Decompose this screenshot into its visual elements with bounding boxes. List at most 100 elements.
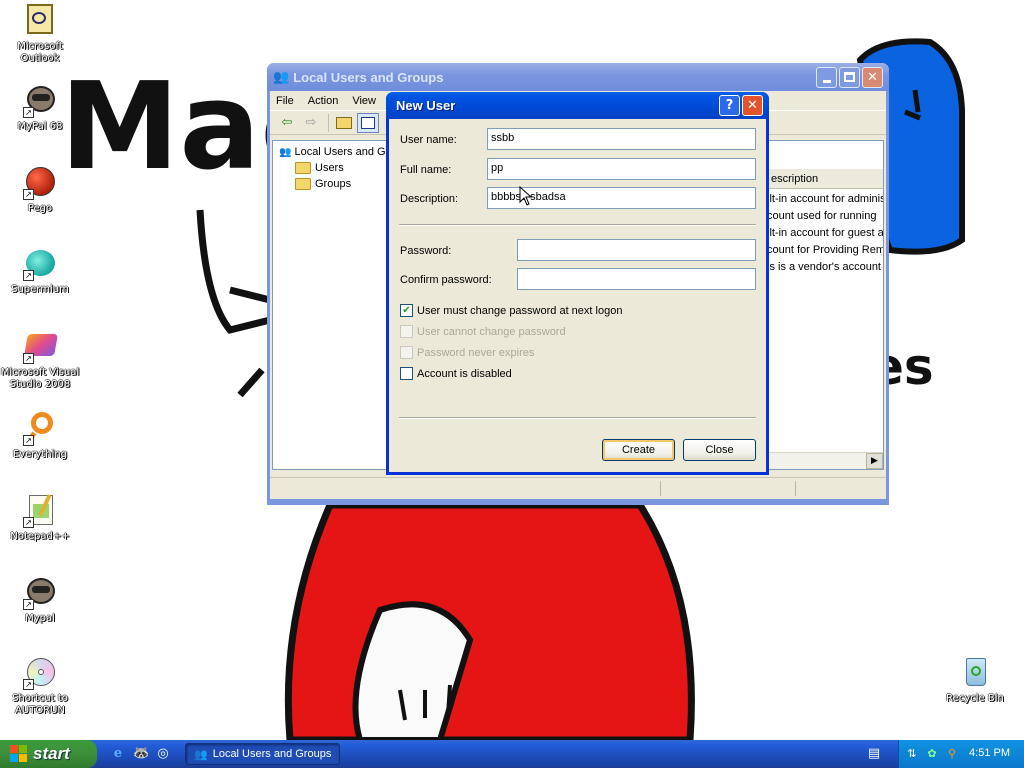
desktop-icon-label: Recycle Bin	[946, 693, 1004, 704]
search-icon: ↗	[23, 412, 57, 446]
notepad-icon: ↗	[23, 494, 57, 528]
desktop-icon-label: Supermium	[11, 284, 69, 295]
desktop-icon-mypal68[interactable]: ↗ MyPal 68	[0, 84, 80, 133]
close-icon: ✕	[867, 69, 878, 85]
start-label: start	[33, 744, 70, 763]
network-icon[interactable]: ⇅	[905, 747, 919, 761]
close-icon: ✕	[747, 98, 758, 113]
visual-studio-icon: ↗	[23, 330, 58, 364]
checkmark-icon: ✔	[400, 304, 413, 317]
browser-icon[interactable]: ◎	[155, 746, 171, 762]
raccoon-icon: ↗	[23, 576, 57, 610]
shortcut-arrow-icon: ↗	[23, 517, 34, 528]
maximize-button[interactable]	[839, 66, 860, 88]
list-item[interactable]: ilt-in account for adminis	[767, 193, 883, 205]
start-button[interactable]: start	[0, 740, 97, 768]
mmc-app-icon: 👥	[194, 748, 208, 761]
forward-arrow-icon[interactable]: ⇨	[300, 113, 322, 133]
scroll-right-icon[interactable]: ▶	[866, 453, 883, 469]
shortcut-arrow-icon: ↗	[23, 679, 34, 690]
list-item[interactable]: count for Providing Rem	[767, 244, 883, 256]
list-item[interactable]: is is a vendor's account	[767, 261, 881, 273]
user-name-label: User name:	[400, 134, 457, 146]
dialog-close-button[interactable]: ✕	[742, 95, 763, 116]
password-field[interactable]	[517, 239, 756, 261]
full-name-label: Full name:	[400, 164, 452, 176]
menu-view[interactable]: View	[352, 95, 376, 107]
desktop-icon-everything[interactable]: ↗ Everything	[0, 412, 80, 461]
raccoon-icon[interactable]: 🦝	[133, 746, 149, 762]
up-folder-icon[interactable]	[333, 113, 355, 133]
desktop-icon-supermium[interactable]: ↗ Supermium	[0, 247, 80, 296]
pego-icon: ↗	[23, 166, 57, 200]
desktop-icon-label: Microsoft Visual Studio 2008	[0, 367, 80, 390]
checkbox-label: Password never expires	[417, 346, 535, 359]
desktop-icon-mypal[interactable]: ↗ Mypal	[0, 576, 80, 625]
desktop-icon-label: Microsoft Outlook	[17, 41, 63, 64]
divider	[399, 224, 756, 226]
help-button[interactable]: ?	[719, 95, 740, 116]
column-header-description[interactable]: escription	[765, 169, 883, 189]
cannot-change-password-checkbox: User cannot change password	[400, 325, 566, 338]
confirm-password-field[interactable]	[517, 268, 756, 290]
window-titlebar[interactable]: 👥 Local Users and Groups ✕	[267, 63, 889, 91]
desktop-icon-visual-studio[interactable]: ↗ Microsoft Visual Studio 2008	[0, 330, 80, 391]
account-disabled-checkbox[interactable]: Account is disabled	[400, 367, 512, 380]
taskbar: start e 🦝 ◎ 👥 Local Users and Groups ▤ ⇅…	[0, 740, 1024, 768]
desktop-icon-autorun[interactable]: ↗ Shortcut to AUTORUN	[0, 656, 80, 717]
shortcut-arrow-icon: ↗	[23, 599, 34, 610]
checkbox-box	[400, 346, 413, 359]
outlook-icon	[23, 4, 57, 38]
cd-icon: ↗	[23, 656, 57, 690]
show-hide-tree-icon[interactable]	[357, 112, 379, 133]
menu-file[interactable]: File	[276, 95, 294, 107]
shortcut-arrow-icon: ↗	[23, 270, 34, 281]
desktop-icon-label: MyPal 68	[17, 121, 63, 132]
dialog-titlebar[interactable]: New User ? ✕	[386, 92, 769, 119]
new-user-dialog[interactable]: New User ? ✕ User name: ssbb Full name: …	[386, 92, 769, 475]
divider	[399, 417, 756, 419]
checkbox-label: User must change password at next logon	[417, 304, 623, 317]
desktop-icon-notepadpp[interactable]: ↗ Notepad++	[0, 494, 80, 543]
antivirus-icon[interactable]: ✿	[925, 747, 939, 761]
desktop-icon-pego[interactable]: ↗ Pego	[0, 166, 80, 215]
menu-action[interactable]: Action	[308, 95, 339, 107]
minimize-button[interactable]	[816, 66, 837, 88]
shortcut-arrow-icon: ↗	[23, 189, 34, 200]
list-item[interactable]: count used for running	[767, 210, 876, 222]
close-button[interactable]: ✕	[862, 66, 883, 88]
desktop-icon-label: Shortcut to AUTORUN	[12, 693, 68, 716]
shortcut-arrow-icon: ↗	[23, 435, 34, 446]
close-dialog-button[interactable]: Close	[683, 439, 756, 461]
folder-icon	[295, 162, 311, 174]
tree-item-label: Users	[315, 162, 344, 174]
internet-explorer-icon[interactable]: e	[110, 746, 126, 762]
create-button[interactable]: Create	[602, 439, 675, 461]
help-icon: ?	[725, 98, 734, 113]
desktop-icon-outlook[interactable]: Microsoft Outlook	[0, 4, 80, 65]
must-change-password-checkbox[interactable]: ✔ User must change password at next logo…	[400, 304, 622, 317]
password-never-expires-checkbox: Password never expires	[400, 346, 534, 359]
taskbar-button-local-users[interactable]: 👥 Local Users and Groups	[185, 743, 340, 765]
desktop-icon-label: Everything	[12, 449, 68, 460]
shortcut-arrow-icon: ↗	[23, 107, 34, 118]
checkbox-label: Account is disabled	[417, 367, 512, 380]
list-item[interactable]: ilt-in account for guest a	[767, 227, 883, 239]
supermium-icon: ↗	[23, 247, 57, 281]
desktop-icon-label: Notepad++	[10, 531, 70, 542]
desktop-icon-recycle-bin[interactable]: Recycle Bin	[935, 656, 1015, 705]
recycle-bin-icon	[958, 656, 992, 690]
keyboard-icon[interactable]: ▤	[866, 746, 882, 762]
dialog-body: User name: ssbb Full name: pp Descriptio…	[389, 119, 766, 472]
full-name-field[interactable]: pp	[487, 158, 756, 180]
back-arrow-icon[interactable]: ⇦	[276, 113, 298, 133]
window-title: Local Users and Groups	[293, 69, 444, 85]
users-groups-icon: 👥	[279, 146, 292, 158]
user-name-field[interactable]: ssbb	[487, 128, 756, 150]
checkbox-label: User cannot change password	[417, 325, 566, 338]
tree-item-label: Groups	[315, 178, 352, 190]
clock[interactable]: 4:51 PM	[969, 747, 1010, 759]
search-icon[interactable]: ⚲	[945, 747, 959, 761]
raccoon-icon: ↗	[23, 84, 57, 118]
taskbar-button-label: Local Users and Groups	[212, 748, 332, 760]
